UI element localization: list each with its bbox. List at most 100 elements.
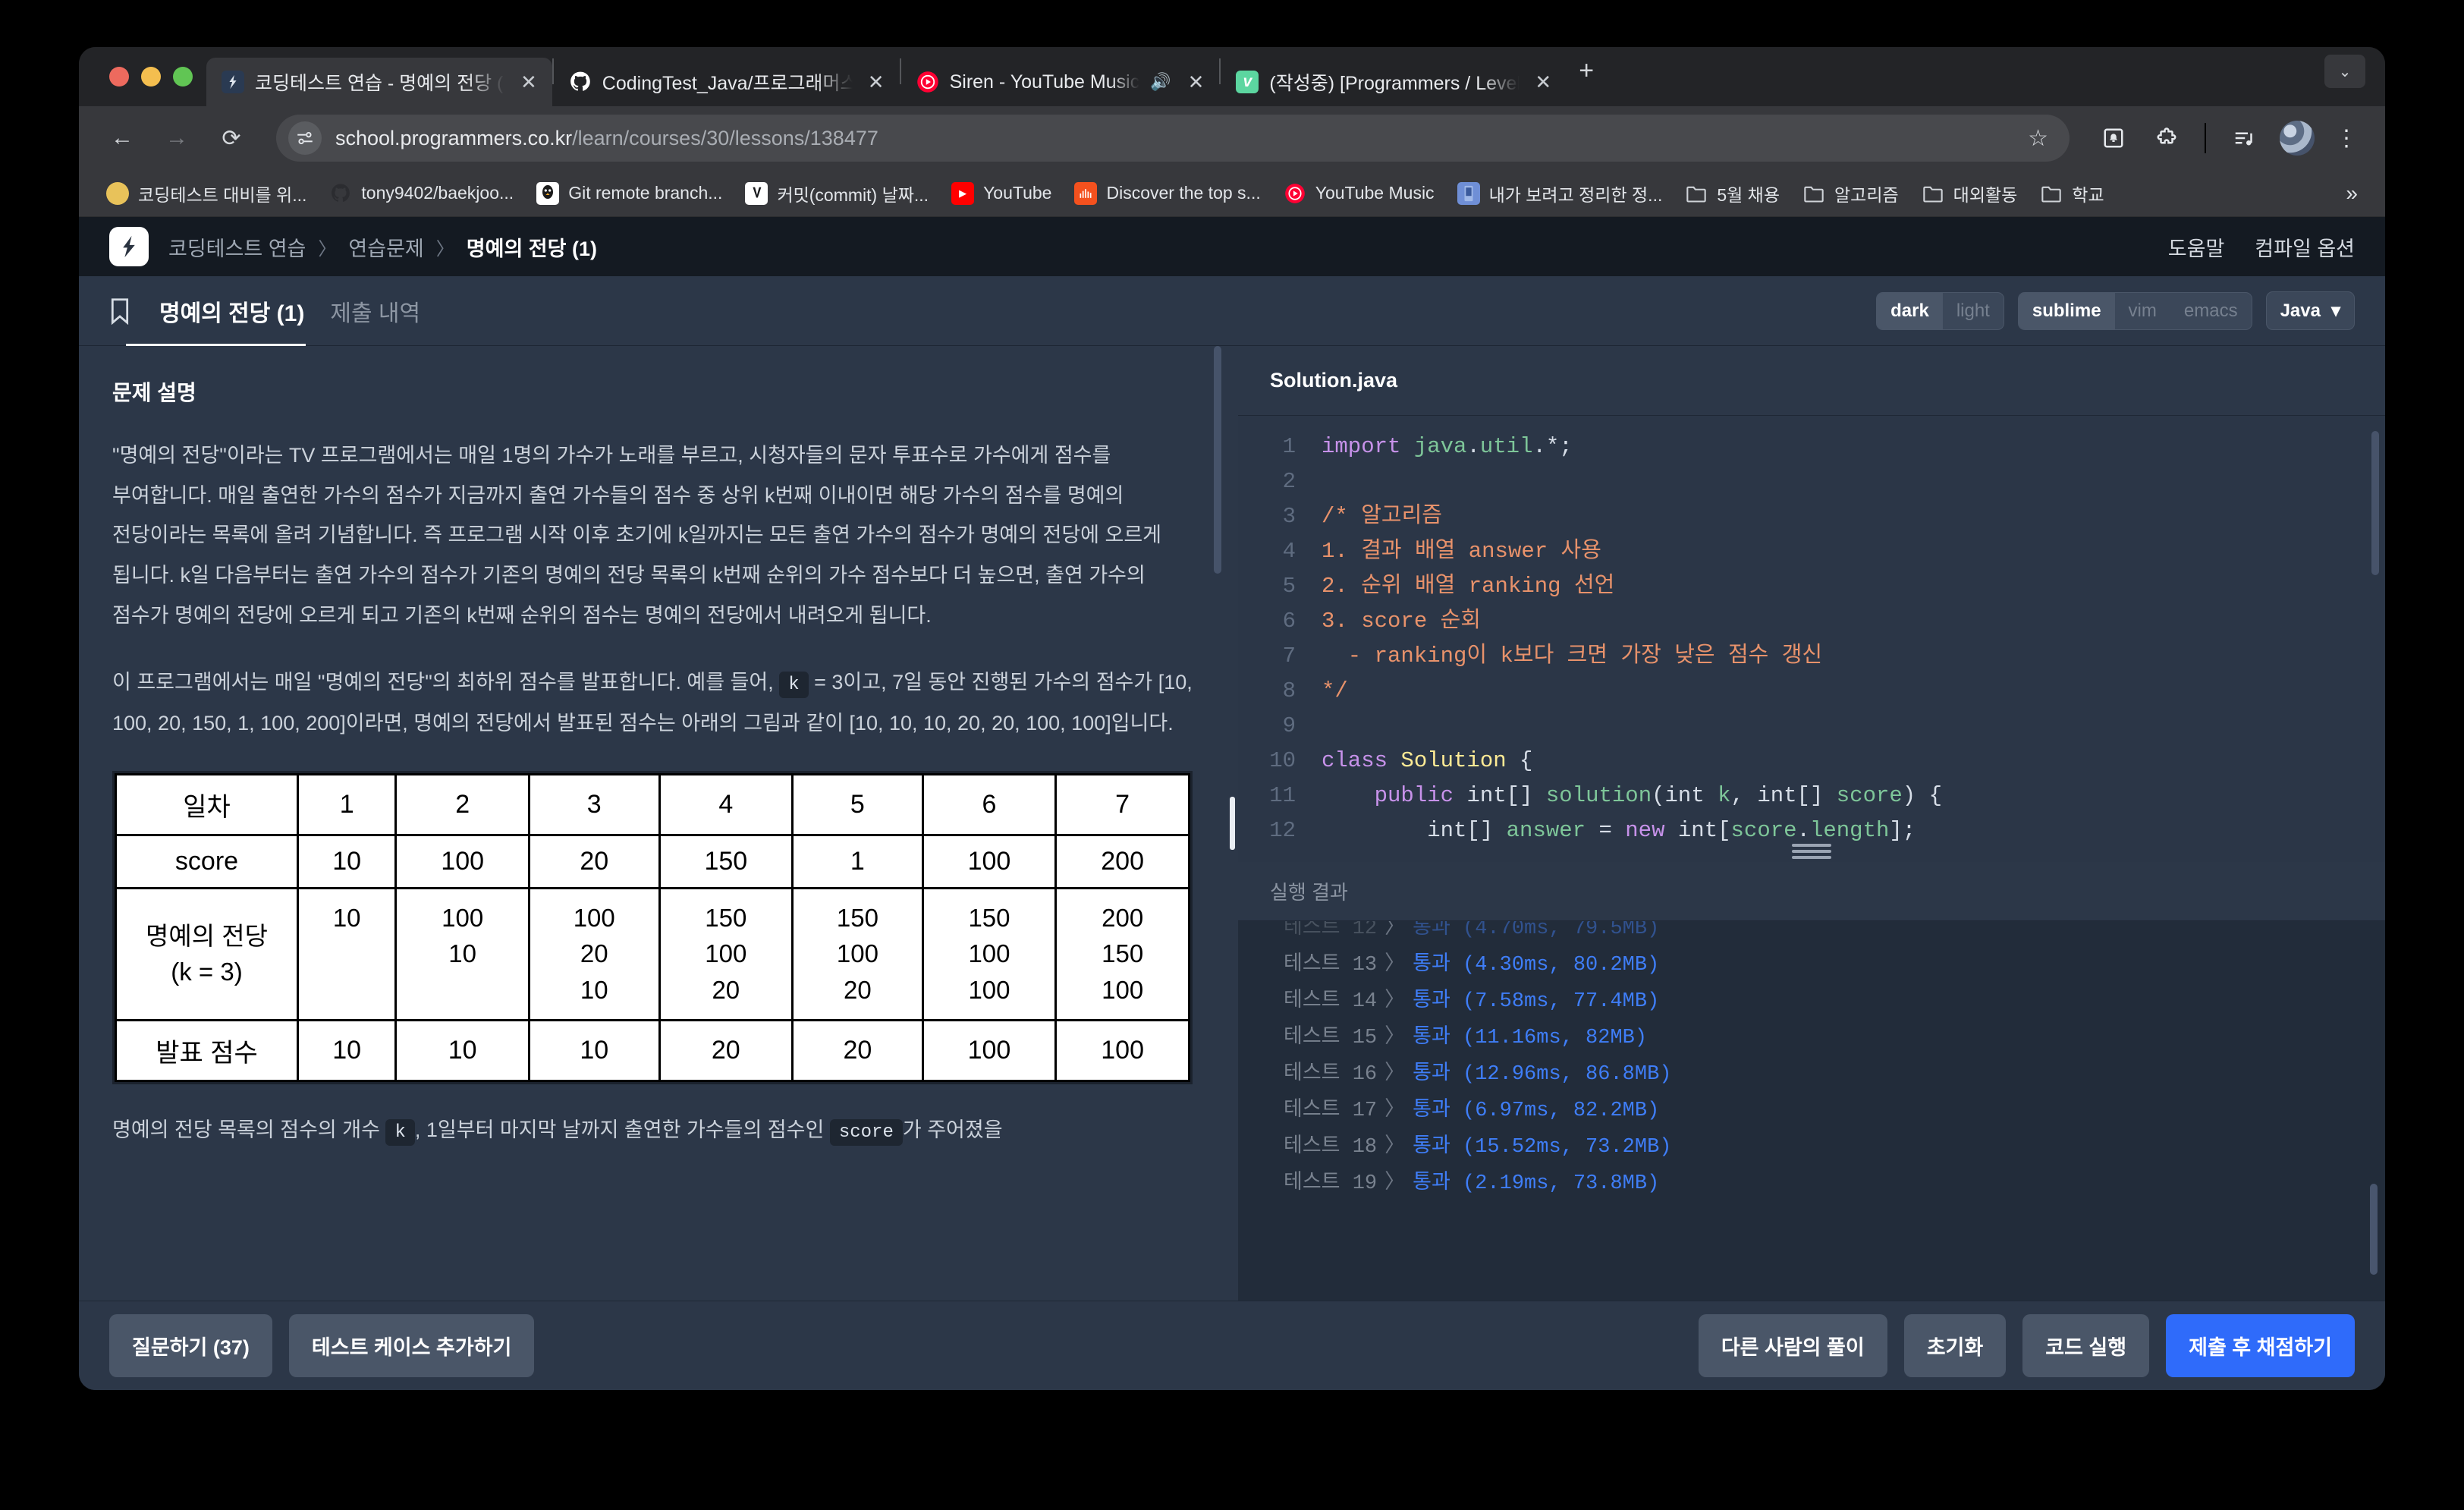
line-content: /* 알고리즘 (1322, 504, 1442, 529)
breadcrumb-item-course[interactable]: 코딩테스트 연습 (168, 232, 306, 262)
tab-search-chevron-icon[interactable]: ⌄ (2324, 55, 2365, 88)
reload-button[interactable]: ⟳ (208, 115, 255, 162)
keymap-sublime-option[interactable]: sublime (2018, 292, 2115, 329)
bookmarks-overflow-button[interactable]: » (2335, 181, 2368, 206)
extensions-icon[interactable] (2144, 115, 2189, 161)
chrome-menu-icon[interactable]: ⋮ (2327, 125, 2365, 152)
other-solutions-button[interactable]: 다른 사람의 풀이 (1698, 1314, 1887, 1377)
ask-question-button[interactable]: 질문하기 (37) (109, 1314, 272, 1377)
reset-button[interactable]: 초기화 (1903, 1314, 2007, 1377)
editor-resize-handle[interactable] (1238, 841, 2385, 862)
bookmark-item[interactable]: 커밋(commit) 날짜... (734, 175, 939, 212)
inline-code-score: score (829, 1119, 903, 1147)
code-editor[interactable]: 1 import java.util.*; 2 3 /* 알고리즘 4 1. 결과 배… (1238, 416, 2385, 841)
tab-title: 코딩테스트 연습 - 명예의 전당 (1) (255, 73, 505, 94)
example-table: 일차 1 2 3 4 5 6 7 score 10 100 20 150 1 1… (115, 772, 1190, 1083)
bookmark-item[interactable]: Git remote branch... (526, 176, 733, 211)
url-path: /learn/courses/30/lessons/138477 (572, 126, 878, 149)
browser-tab-4[interactable]: v (작성중) [Programmers / Level ✕ (1221, 58, 1567, 106)
browser-window: 코딩테스트 연습 - 명예의 전당 (1) ✕ CodingTest_Java/… (79, 47, 2385, 1390)
theme-dark-option[interactable]: dark (1877, 292, 1943, 329)
breadcrumb-item-section[interactable]: 연습문제 (348, 232, 423, 262)
address-bar[interactable]: school.programmers.co.kr/learn/courses/3… (276, 115, 2070, 162)
code-line: 2 (1238, 464, 2385, 499)
reading-list-icon[interactable] (2091, 115, 2136, 161)
bookmark-folder[interactable]: 대외활동 (1911, 175, 2029, 212)
result-scrollbar[interactable] (2370, 1184, 2378, 1275)
close-icon[interactable]: ✕ (516, 72, 542, 92)
bookmark-item[interactable]: ▶ YouTube (941, 176, 1062, 211)
tistory-icon (536, 181, 560, 205)
close-icon[interactable]: ✕ (1530, 72, 1556, 92)
splitter-grip[interactable] (1229, 797, 1235, 850)
close-icon[interactable]: ✕ (1183, 72, 1209, 92)
keymap-toggle[interactable]: sublime vim emacs (2017, 291, 2252, 330)
result-row: 테스트 15 〉 통과 (11.16ms, 82MB) (1284, 1020, 2385, 1056)
audio-playing-icon[interactable]: 🔊 (1150, 72, 1172, 92)
bookmark-star-icon[interactable]: ☆ (2023, 125, 2053, 152)
browser-tab-2[interactable]: CodingTest_Java/프로그래머스/ ✕ (554, 58, 900, 106)
run-code-button[interactable]: 코드 실행 (2022, 1314, 2150, 1377)
forward-button[interactable]: → (153, 115, 200, 162)
maximize-window-button[interactable] (173, 67, 193, 87)
bookmark-label: 알고리즘 (1834, 184, 1899, 205)
compile-options-link[interactable]: 컴파일 옵션 (2255, 232, 2355, 262)
bookmark-item[interactable]: tony9402/baekjoo... (319, 176, 524, 211)
theme-light-option[interactable]: light (1943, 293, 2004, 329)
notion-icon (1457, 181, 1480, 205)
line-content: int[] answer = new int[score.length]; (1322, 818, 1916, 841)
add-test-case-button[interactable]: 테스트 케이스 추가하기 (288, 1314, 535, 1377)
line-number: 12 (1269, 818, 1296, 841)
bookmark-item[interactable]: 코딩테스트 대비를 위... (96, 175, 317, 212)
browser-tab-1[interactable]: 코딩테스트 연습 - 명예의 전당 (1) ✕ (206, 58, 552, 106)
bookmark-item[interactable]: Discover the top s... (1064, 176, 1271, 211)
table-cell: 10 (296, 1019, 398, 1083)
test-detail: (11.16ms, 82MB) (1463, 1027, 1648, 1049)
chevron-down-icon: ▾ (2330, 300, 2340, 321)
breadcrumb-item-current: 명예의 전당 (1) (466, 237, 597, 260)
new-tab-button[interactable]: + (1567, 58, 1606, 83)
pane-splitter[interactable] (1226, 346, 1238, 1301)
editor-scrollbar[interactable] (2371, 431, 2379, 575)
keymap-vim-option[interactable]: vim (2115, 293, 2170, 329)
bookmark-item[interactable]: YouTube Music (1273, 176, 1445, 211)
table-cell: 5 (791, 772, 924, 836)
bookmark-folder[interactable]: 알고리즘 (1792, 175, 1909, 212)
language-select[interactable]: Java ▾ (2265, 291, 2355, 330)
browser-tab-3[interactable]: Siren - YouTube Music 🔊 ✕ (901, 58, 1220, 106)
media-queue-icon[interactable] (2221, 115, 2267, 161)
programmers-logo[interactable] (109, 227, 149, 266)
result-row: 테스트 12 〉 통과 (4.70ms, 79.5MB) (1284, 921, 2385, 947)
divider (2205, 123, 2206, 153)
site-settings-icon[interactable] (288, 121, 322, 155)
profile-avatar[interactable] (2274, 115, 2320, 161)
tab-problem[interactable]: 명예의 전당 (1) (125, 275, 306, 348)
bookmark-item[interactable]: 내가 보려고 정리한 정... (1447, 175, 1674, 212)
test-number: 12 (1352, 921, 1378, 940)
folder-icon (1922, 182, 1944, 205)
result-row: 테스트 13 〉 통과 (4.30ms, 80.2MB) (1284, 947, 2385, 983)
minimize-window-button[interactable] (141, 67, 161, 87)
test-label: 테스트 (1284, 990, 1340, 1013)
close-window-button[interactable] (109, 67, 129, 87)
code-line: 7 - ranking이 k보다 크면 가장 낮은 점수 갱신 (1238, 639, 2385, 674)
submit-button[interactable]: 제출 후 채점하기 (2166, 1314, 2355, 1377)
line-content: - ranking이 k보다 크면 가장 낮은 점수 갱신 (1322, 643, 1823, 668)
chevron-right-icon: 〉 (1384, 1099, 1406, 1122)
folder-icon (1802, 182, 1825, 205)
tab-submissions[interactable]: 제출 내역 (328, 275, 422, 348)
theme-toggle[interactable]: dark light (1876, 291, 2004, 330)
description-scrollbar[interactable] (1214, 346, 1221, 574)
keymap-emacs-option[interactable]: emacs (2170, 293, 2252, 329)
help-link[interactable]: 도움말 (2168, 232, 2225, 262)
language-label: Java (2280, 300, 2321, 321)
test-label: 테스트 (1284, 921, 1340, 940)
back-button[interactable]: ← (99, 115, 146, 162)
velog-icon: v (1236, 71, 1259, 93)
bookmark-flag-icon[interactable] (109, 296, 135, 326)
test-number: 16 (1352, 1063, 1378, 1086)
bookmark-folder[interactable]: 5월 채용 (1674, 175, 1790, 212)
bookmark-folder[interactable]: 학교 (2029, 175, 2114, 212)
test-detail: (4.30ms, 80.2MB) (1463, 954, 1660, 977)
close-icon[interactable]: ✕ (863, 72, 889, 92)
